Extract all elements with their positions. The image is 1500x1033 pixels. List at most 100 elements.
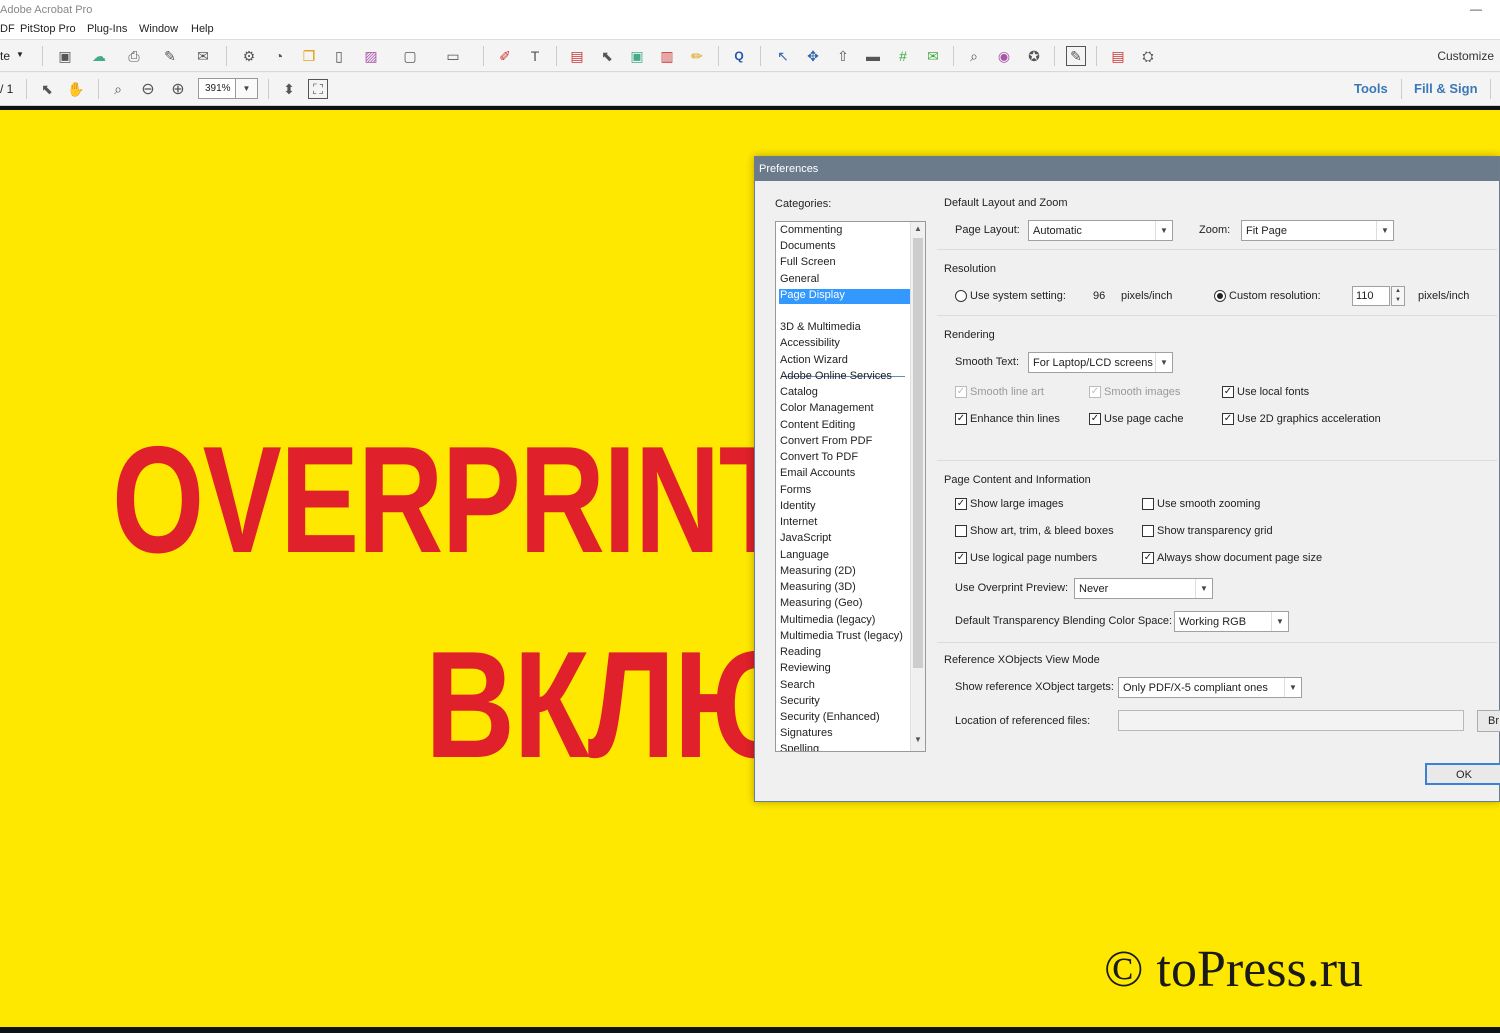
magnify-page-icon[interactable]: ⌕ xyxy=(964,46,984,66)
category-item[interactable]: Signatures xyxy=(779,727,833,742)
category-item[interactable]: Content Editing xyxy=(779,419,855,434)
move-icon[interactable]: ✥ xyxy=(803,46,823,66)
select-cursor-icon[interactable]: ⬉ xyxy=(37,79,57,99)
ok-button[interactable]: OK xyxy=(1425,763,1500,785)
blending-color-space-select[interactable]: Working RGB ▼ xyxy=(1174,611,1289,632)
referenced-files-location-field[interactable] xyxy=(1118,710,1464,731)
select-object-icon[interactable]: ⬉ xyxy=(597,46,617,66)
category-item[interactable]: Email Accounts xyxy=(779,467,855,482)
customize-button[interactable]: Customize xyxy=(1437,49,1494,63)
category-item[interactable]: 3D & Multimedia xyxy=(779,321,861,336)
use-local-fonts-checkbox[interactable]: ✓ xyxy=(1222,386,1234,398)
chevron-down-icon[interactable]: ▼ xyxy=(16,50,24,59)
use-page-cache-checkbox[interactable]: ✓ xyxy=(1089,413,1101,425)
fit-page-icon[interactable]: ⬍ xyxy=(279,79,299,99)
pointer-icon[interactable]: ↖ xyxy=(773,46,793,66)
category-item[interactable]: Measuring (2D) xyxy=(779,565,856,580)
window-icon[interactable]: ▭ xyxy=(443,46,463,66)
category-item[interactable]: Color Management xyxy=(779,402,874,417)
category-item[interactable]: Language xyxy=(779,549,829,564)
pin-icon[interactable]: ⇧ xyxy=(833,46,853,66)
category-item[interactable]: Measuring (Geo) xyxy=(779,597,863,612)
category-item[interactable]: Security (Enhanced) xyxy=(779,711,880,726)
inspect-icon[interactable]: ◔ xyxy=(269,46,289,66)
pencil-icon[interactable]: ✏ xyxy=(687,46,707,66)
grid-icon[interactable]: # xyxy=(893,46,913,66)
menu-pitstop-pro[interactable]: PitStop Pro xyxy=(20,23,76,35)
category-item[interactable]: Documents xyxy=(779,240,836,255)
tab-fill-sign[interactable]: Fill & Sign xyxy=(1414,81,1478,96)
action-list-icon[interactable]: ▤ xyxy=(1108,46,1128,66)
show-art-trim-checkbox[interactable] xyxy=(955,525,967,537)
show-transparency-grid-checkbox[interactable] xyxy=(1142,525,1154,537)
overprint-icon[interactable]: ◉ xyxy=(994,46,1014,66)
resolution-stepper[interactable]: ▲ ▼ xyxy=(1391,286,1405,306)
use-logical-page-numbers-checkbox[interactable]: ✓ xyxy=(955,552,967,564)
category-item[interactable]: Search xyxy=(779,679,815,694)
smooth-images-checkbox[interactable]: ✓ xyxy=(1089,386,1101,398)
cloud-upload-icon[interactable]: ☁ xyxy=(89,46,109,66)
zoom-in-icon[interactable]: ⊕ xyxy=(168,79,188,99)
browse-button[interactable]: Br xyxy=(1477,710,1500,732)
category-item[interactable]: Catalog xyxy=(779,386,818,401)
email-icon[interactable]: ✉ xyxy=(193,46,213,66)
categories-scrollbar[interactable]: ▲ ▼ xyxy=(910,222,925,751)
text-tool-icon[interactable]: T xyxy=(525,46,545,66)
menu-window[interactable]: Window xyxy=(139,23,178,35)
category-item[interactable]: Full Screen xyxy=(779,256,836,271)
menu-file[interactable]: DF xyxy=(0,23,15,35)
category-item[interactable]: Accessibility xyxy=(779,337,840,352)
separations-icon[interactable]: ✪ xyxy=(1024,46,1044,66)
color-swatch-icon[interactable]: ▨ xyxy=(361,46,381,66)
full-screen-icon[interactable]: ⛶ xyxy=(308,79,328,99)
scroll-up-icon[interactable]: ▲ xyxy=(911,224,925,238)
scroll-thumb[interactable] xyxy=(913,238,923,668)
show-large-images-checkbox[interactable]: ✓ xyxy=(955,498,967,510)
category-item[interactable]: Forms xyxy=(779,484,811,499)
zoom-input[interactable]: 391% xyxy=(198,78,236,99)
gear-icon[interactable]: ⚙ xyxy=(239,46,259,66)
always-show-page-size-checkbox[interactable]: ✓ xyxy=(1142,552,1154,564)
smooth-line-art-checkbox[interactable]: ✓ xyxy=(955,386,967,398)
annotate-icon[interactable]: ✐ xyxy=(495,46,515,66)
page-layout-select[interactable]: Automatic ▼ xyxy=(1028,220,1173,241)
print-icon[interactable]: ⎙ xyxy=(124,46,144,66)
create-menu-label[interactable]: te xyxy=(0,49,10,63)
zoom-out-icon[interactable]: ⊖ xyxy=(138,79,158,99)
category-item[interactable]: Commenting xyxy=(779,224,842,239)
fix-icon[interactable]: ⛭ xyxy=(1138,46,1158,66)
enhance-thin-lines-checkbox[interactable]: ✓ xyxy=(955,413,967,425)
minimize-icon[interactable]: — xyxy=(1470,2,1482,16)
quick-run-icon[interactable]: Q xyxy=(729,46,749,66)
zoom-select[interactable]: Fit Page ▼ xyxy=(1241,220,1394,241)
preflight-icon[interactable]: ▤ xyxy=(567,46,587,66)
hand-icon[interactable]: ✋ xyxy=(66,79,86,99)
category-item[interactable]: Multimedia (legacy) xyxy=(779,614,875,629)
marquee-zoom-icon[interactable]: ⌕ xyxy=(108,79,128,99)
mail-check-icon[interactable]: ✉ xyxy=(923,46,943,66)
output-preview-icon[interactable]: ✎ xyxy=(1066,46,1086,66)
category-item-selected[interactable]: Page Display xyxy=(779,289,910,304)
use-2d-acceleration-checkbox[interactable]: ✓ xyxy=(1222,413,1234,425)
custom-resolution-input[interactable]: 110 xyxy=(1352,286,1390,306)
categories-list[interactable]: Commenting Documents Full Screen General… xyxy=(775,221,926,752)
menu-plug-ins[interactable]: Plug-Ins xyxy=(87,23,127,35)
category-item[interactable]: Measuring (3D) xyxy=(779,581,856,596)
image-icon[interactable]: ▣ xyxy=(627,46,647,66)
category-item[interactable]: Action Wizard xyxy=(779,354,848,369)
use-smooth-zooming-checkbox[interactable] xyxy=(1142,498,1154,510)
system-resolution-radio[interactable] xyxy=(955,290,967,302)
menu-help[interactable]: Help xyxy=(191,23,214,35)
category-item[interactable]: Convert From PDF xyxy=(779,435,872,450)
ruler-icon[interactable]: ▬ xyxy=(863,46,883,66)
shape-icon[interactable]: ▢ xyxy=(400,46,420,66)
category-item[interactable]: Internet xyxy=(779,516,817,531)
category-item[interactable]: Reading xyxy=(779,646,821,661)
smooth-text-select[interactable]: For Laptop/LCD screens ▼ xyxy=(1028,352,1173,373)
category-item[interactable]: Reviewing xyxy=(779,662,831,677)
xobject-targets-select[interactable]: Only PDF/X-5 compliant ones ▼ xyxy=(1118,677,1302,698)
category-item[interactable]: Identity xyxy=(779,500,815,515)
page-icon[interactable]: ▯ xyxy=(329,46,349,66)
category-item[interactable]: Multimedia Trust (legacy) xyxy=(779,630,903,645)
scroll-down-icon[interactable]: ▼ xyxy=(911,735,925,749)
